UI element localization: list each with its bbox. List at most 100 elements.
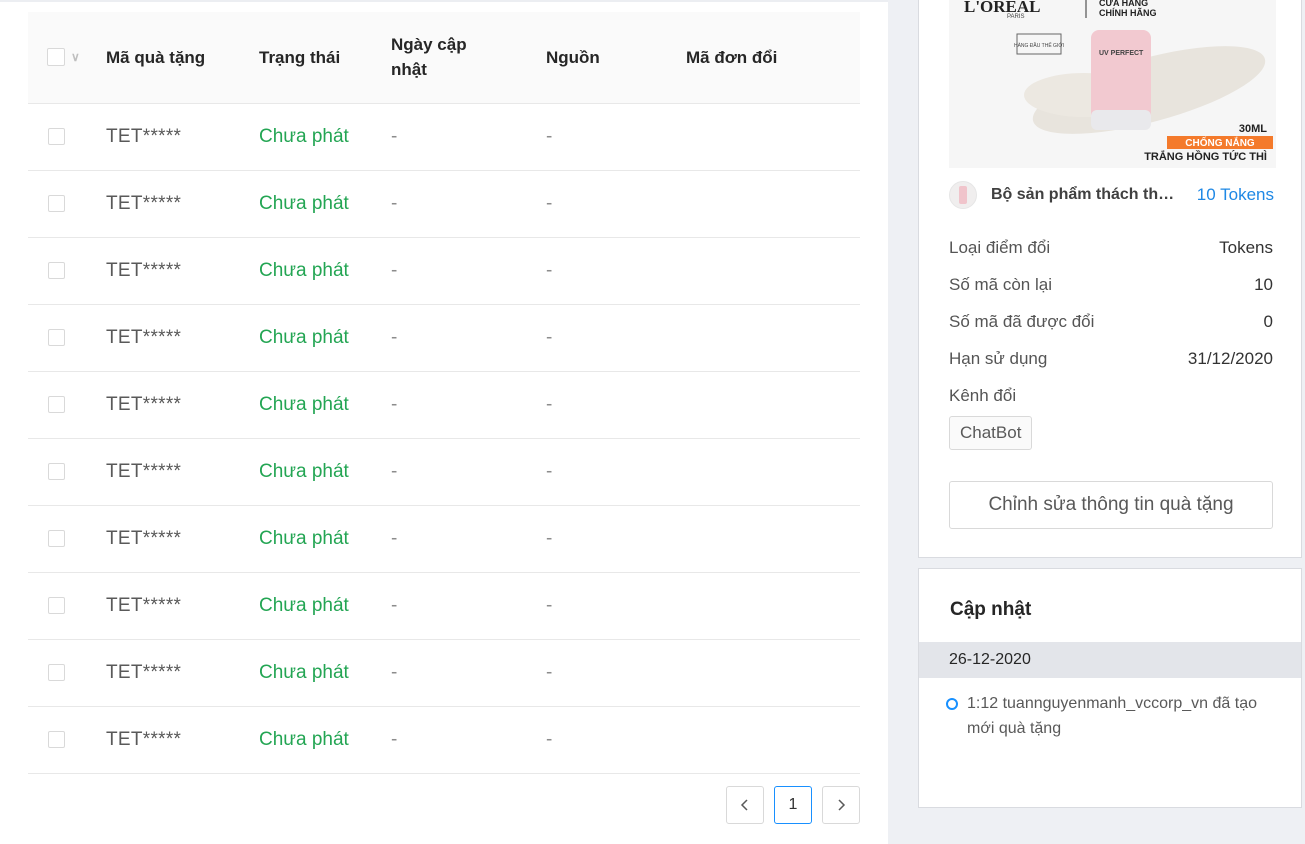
source-cell: - [546, 438, 686, 506]
order-code-cell [686, 304, 860, 372]
page-number-button[interactable]: 1 [774, 786, 812, 824]
row-checkbox[interactable] [48, 127, 65, 145]
table-row[interactable]: TET***** Chưa phát - - [28, 371, 860, 439]
row-checkbox[interactable] [48, 663, 65, 681]
timeline-entry: 1:12 tuannguyenmanh_vccorp_vn đã tạo mới… [967, 695, 1257, 737]
source-cell: - [546, 505, 686, 573]
source-cell: - [546, 237, 686, 305]
order-code-cell [686, 170, 860, 238]
status-cell: Chưa phát [259, 237, 391, 305]
updated-date-cell: - [391, 170, 546, 238]
timeline-dot-icon [946, 698, 958, 710]
brand-logo-text: L'ORÉAL [964, 0, 1041, 16]
update-date-bar: 26-12-2020 [919, 642, 1301, 678]
source-cell: - [546, 706, 686, 774]
select-all-checkbox[interactable] [47, 48, 65, 67]
svg-text:CHỐNG NẮNG: CHỐNG NẮNG [1185, 135, 1255, 149]
table-row[interactable]: TET***** Chưa phát - - [28, 103, 860, 171]
status-cell: Chưa phát [259, 639, 391, 707]
source-cell: - [546, 170, 686, 238]
gift-code-cell: TET***** [106, 237, 259, 305]
order-code-cell [686, 505, 860, 573]
gift-code-table: ∨ Mã quà tặng Trạng thái Ngày cập nhật N… [28, 12, 860, 774]
column-header-date[interactable]: Ngày cập nhật [391, 12, 546, 104]
gift-detail-card: L'ORÉAL PARIS CỬA HÀNG CHÍNH HÃNG HÀNG Đ… [918, 0, 1302, 558]
updated-date-cell: - [391, 304, 546, 372]
source-cell: - [546, 103, 686, 171]
table-row[interactable]: TET***** Chưa phát - - [28, 237, 860, 305]
product-banner-graphic: L'ORÉAL PARIS CỬA HÀNG CHÍNH HÃNG HÀNG Đ… [949, 0, 1276, 168]
detail-row-redeemed: Số mã đã được đổi 0 [949, 312, 1273, 332]
detail-label: Hạn sử dụng [949, 349, 1048, 368]
svg-text:CHÍNH HÃNG: CHÍNH HÃNG [1099, 8, 1157, 18]
table-row[interactable]: TET***** Chưa phát - - [28, 304, 860, 372]
row-checkbox[interactable] [48, 395, 65, 413]
order-code-cell [686, 371, 860, 439]
detail-value: 31/12/2020 [1187, 349, 1273, 368]
table-row[interactable]: TET***** Chưa phát - - [28, 706, 860, 774]
table-row[interactable]: TET***** Chưa phát - - [28, 170, 860, 238]
column-header-order[interactable]: Mã đơn đổi [686, 12, 860, 104]
table-row[interactable]: TET***** Chưa phát - - [28, 505, 860, 573]
detail-label: Số mã đã được đổi [949, 312, 1095, 331]
product-image: L'ORÉAL PARIS CỬA HÀNG CHÍNH HÃNG HÀNG Đ… [949, 0, 1276, 168]
source-cell: - [546, 639, 686, 707]
gift-code-cell: TET***** [106, 371, 259, 439]
gift-code-cell: TET***** [106, 103, 259, 171]
status-cell: Chưa phát [259, 706, 391, 774]
detail-label: Số mã còn lại [949, 275, 1052, 294]
svg-text:CỬA HÀNG: CỬA HÀNG [1099, 0, 1148, 8]
updated-date-cell: - [391, 706, 546, 774]
column-header-status[interactable]: Trạng thái [259, 12, 391, 104]
table-row[interactable]: TET***** Chưa phát - - [28, 572, 860, 640]
detail-row-remaining: Số mã còn lại 10 [949, 275, 1273, 295]
table-row[interactable]: TET***** Chưa phát - - [28, 639, 860, 707]
next-page-button[interactable] [822, 786, 860, 824]
gift-code-cell: TET***** [106, 639, 259, 707]
row-select-cell [28, 505, 106, 573]
gift-code-cell: TET***** [106, 304, 259, 372]
status-cell: Chưa phát [259, 438, 391, 506]
order-code-cell [686, 572, 860, 640]
select-all-cell: ∨ [28, 12, 106, 104]
product-bottle-icon [959, 186, 967, 204]
column-header-source[interactable]: Nguồn [546, 12, 686, 104]
table-header-row: ∨ Mã quà tặng Trạng thái Ngày cập nhật N… [28, 12, 860, 104]
row-select-cell [28, 371, 106, 439]
status-cell: Chưa phát [259, 170, 391, 238]
detail-row-point-type: Loại điểm đổi Tokens [949, 238, 1273, 258]
row-checkbox[interactable] [48, 261, 65, 279]
channel-label: Kênh đổi [949, 386, 1017, 405]
prev-page-button[interactable] [726, 786, 764, 824]
chevron-down-icon[interactable]: ∨ [71, 45, 80, 70]
svg-text:30ML: 30ML [1239, 123, 1267, 135]
row-checkbox[interactable] [48, 730, 65, 748]
row-checkbox[interactable] [48, 328, 65, 346]
update-history-card: Cập nhật 26-12-2020 1:12 tuannguyenmanh_… [918, 568, 1302, 808]
edit-gift-button[interactable]: Chỉnh sửa thông tin quà tặng [949, 481, 1273, 529]
detail-value: 0 [1263, 312, 1273, 331]
chevron-right-icon [838, 799, 846, 811]
updated-date-cell: - [391, 505, 546, 573]
row-select-cell [28, 237, 106, 305]
row-checkbox[interactable] [48, 462, 65, 480]
updated-date-cell: - [391, 237, 546, 305]
gift-code-cell: TET***** [106, 706, 259, 774]
updated-date-cell: - [391, 639, 546, 707]
row-select-cell [28, 706, 106, 774]
column-header-code[interactable]: Mã quà tặng [106, 12, 259, 104]
gift-code-cell: TET***** [106, 170, 259, 238]
row-checkbox[interactable] [48, 596, 65, 614]
status-cell: Chưa phát [259, 371, 391, 439]
source-cell: - [546, 572, 686, 640]
row-select-cell [28, 103, 106, 171]
gift-code-cell: TET***** [106, 572, 259, 640]
table-row[interactable]: TET***** Chưa phát - - [28, 438, 860, 506]
order-code-cell [686, 706, 860, 774]
row-select-cell [28, 572, 106, 640]
order-code-cell [686, 103, 860, 171]
row-checkbox[interactable] [48, 194, 65, 212]
gift-summary: Bộ sản phẩm thách thức tuổi tác 10 Token… [949, 180, 1274, 210]
detail-row-expiry: Hạn sử dụng 31/12/2020 [949, 349, 1273, 369]
row-checkbox[interactable] [48, 529, 65, 547]
